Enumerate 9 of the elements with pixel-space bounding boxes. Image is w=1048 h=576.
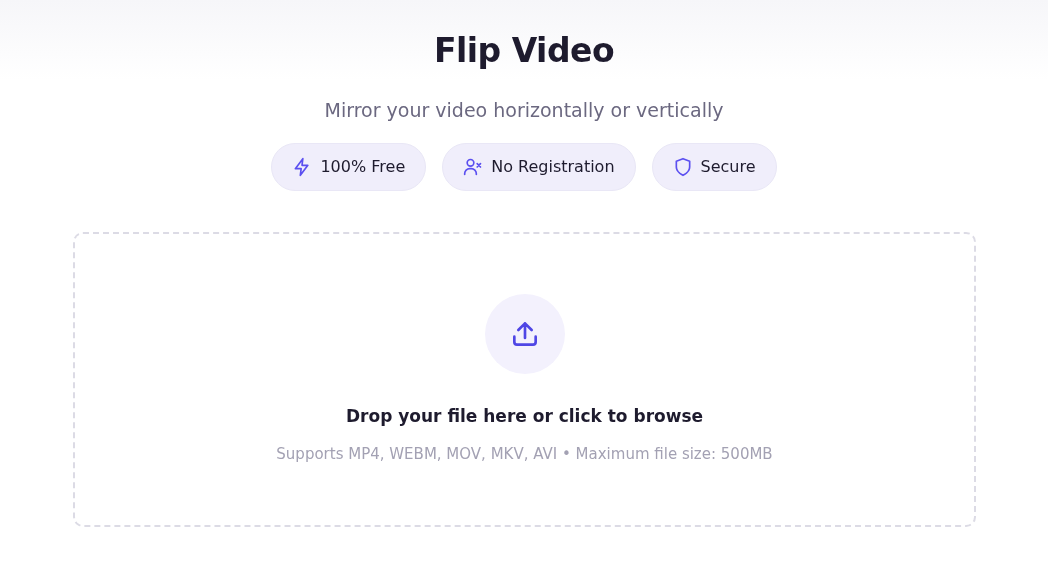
badge-label: No Registration [491, 156, 615, 178]
badge-label: Secure [700, 156, 756, 178]
badge-label: 100% Free [320, 156, 406, 178]
page-subtitle: Mirror your video horizontally or vertically [324, 98, 724, 123]
upload-dropzone[interactable]: Drop your file here or click to browse Supports MP4, WEBM, MOV, MKV, AVI • Maximum file size: 500MB [73, 232, 976, 527]
file-hint: Supports MP4, WEBM, MOV, MKV, AVI • Maximum file size: 500MB [276, 444, 773, 465]
user-cross-icon [463, 157, 484, 177]
drop-prompt: Drop your file here or click to browse [345, 404, 704, 428]
page-title: Flip Video [433, 30, 615, 72]
